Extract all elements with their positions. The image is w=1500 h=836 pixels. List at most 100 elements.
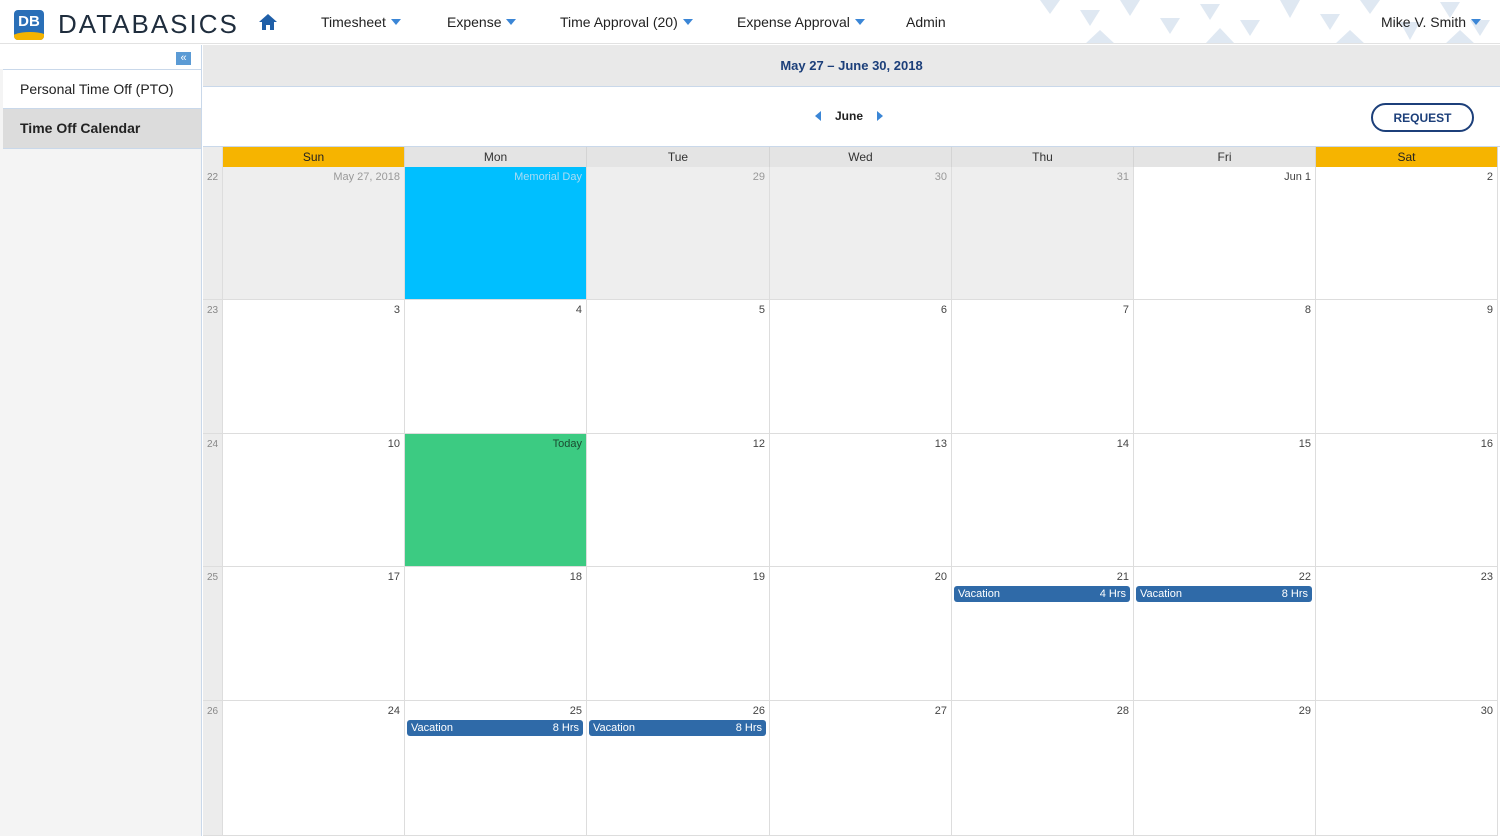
day-number: 24 (387, 705, 400, 717)
day-header-thu: Thu (952, 147, 1134, 167)
sidebar-top (0, 45, 201, 69)
request-button[interactable]: REQUEST (1371, 103, 1474, 132)
calendar-day-cell[interactable]: 30 (1316, 701, 1498, 836)
calendar-day-cell[interactable]: 24 (223, 701, 405, 836)
home-icon[interactable] (258, 12, 278, 32)
databasics-logo[interactable]: DB DATABASICS (14, 9, 239, 40)
day-number: 19 (752, 571, 765, 583)
chevron-down-icon (854, 19, 865, 25)
calendar-day-cell[interactable]: 12 (587, 434, 770, 567)
calendar-day-cell[interactable]: 4 (405, 300, 587, 434)
week-number: 25 (203, 567, 223, 701)
calendar-day-cell[interactable]: 14 (952, 434, 1134, 567)
calendar-day-cell[interactable]: Today (405, 434, 587, 567)
day-of-week-header: Sun Mon Tue Wed Thu Fri Sat (203, 147, 1500, 167)
day-number: 30 (1480, 705, 1493, 717)
calendar-day-cell[interactable]: 18 (405, 567, 587, 701)
calendar-day-cell[interactable]: 13 (770, 434, 952, 567)
calendar-day-cell[interactable]: 28 (952, 701, 1134, 836)
time-off-event[interactable]: Vacation 8 Hrs (589, 720, 766, 736)
day-number: 13 (934, 438, 947, 450)
day-header-fri: Fri (1134, 147, 1316, 167)
sidebar-item-pto[interactable]: Personal Time Off (PTO) (3, 69, 201, 109)
chevron-down-icon (682, 19, 693, 25)
event-name: Vacation (1140, 588, 1182, 600)
day-number: 4 (575, 304, 582, 316)
day-header-sat: Sat (1316, 147, 1498, 167)
day-number: 26 (752, 705, 765, 717)
calendar-day-cell[interactable]: 23 (1316, 567, 1498, 701)
calendar-day-cell[interactable]: 19 (587, 567, 770, 701)
day-number: Jun 1 (1284, 171, 1311, 183)
month-bar: June REQUEST (203, 88, 1500, 146)
left-sidebar: « Personal Time Off (PTO) Time Off Calen… (0, 45, 202, 836)
current-month: June (835, 109, 864, 123)
nav-expense-approval-label: Expense Approval (737, 14, 850, 30)
calendar-day-cell[interactable]: 5 (587, 300, 770, 434)
calendar-day-cell[interactable]: Memorial Day (405, 167, 587, 300)
day-header-mon: Mon (405, 147, 587, 167)
day-number: 16 (1480, 438, 1493, 450)
day-number: 17 (387, 571, 400, 583)
calendar-day-cell[interactable]: Jun 1 (1134, 167, 1316, 300)
calendar-day-cell[interactable]: 25 Vacation 8 Hrs (405, 701, 587, 836)
calendar-day-cell[interactable]: 6 (770, 300, 952, 434)
calendar-day-cell[interactable]: 8 (1134, 300, 1316, 434)
day-header-sun: Sun (223, 147, 405, 167)
day-number: 20 (934, 571, 947, 583)
previous-month-icon[interactable] (815, 111, 821, 121)
calendar-day-cell[interactable]: 31 (952, 167, 1134, 300)
time-off-event[interactable]: Vacation 4 Hrs (954, 586, 1130, 602)
calendar-day-cell[interactable]: 29 (1134, 701, 1316, 836)
user-name: Mike V. Smith (1381, 14, 1467, 30)
time-off-event[interactable]: Vacation 8 Hrs (407, 720, 583, 736)
calendar-day-cell[interactable]: May 27, 2018 (223, 167, 405, 300)
user-menu[interactable]: Mike V. Smith (1381, 0, 1482, 43)
nav-timesheet[interactable]: Timesheet (321, 0, 401, 43)
day-number: 18 (569, 571, 582, 583)
nav-expense[interactable]: Expense (447, 0, 517, 43)
calendar-day-cell[interactable]: 15 (1134, 434, 1316, 567)
calendar-day-cell[interactable]: 7 (952, 300, 1134, 434)
calendar-day-cell[interactable]: 29 (587, 167, 770, 300)
nav-admin[interactable]: Admin (906, 0, 946, 43)
logo-swoosh (14, 31, 44, 40)
day-number: Memorial Day (514, 171, 582, 183)
week-number: 24 (203, 434, 223, 567)
chevron-down-icon (1471, 19, 1482, 25)
chevron-down-icon (390, 19, 401, 25)
collapse-sidebar-button[interactable]: « (176, 52, 191, 65)
nav-expense-approval[interactable]: Expense Approval (737, 0, 865, 43)
day-number: 8 (1304, 304, 1311, 316)
month-navigator: June (815, 109, 884, 123)
nav-time-approval[interactable]: Time Approval (20) (560, 0, 693, 43)
calendar-day-cell[interactable]: 9 (1316, 300, 1498, 434)
calendar-day-cell[interactable]: 20 (770, 567, 952, 701)
calendar-day-cell[interactable]: 17 (223, 567, 405, 701)
calendar-day-cell[interactable]: 2 (1316, 167, 1498, 300)
day-number: 9 (1486, 304, 1493, 316)
calendar-day-cell[interactable]: 10 (223, 434, 405, 567)
day-number: 2 (1486, 171, 1493, 183)
calendar-day-cell[interactable]: 21 Vacation 4 Hrs (952, 567, 1134, 701)
day-number: 5 (758, 304, 765, 316)
day-number: 12 (752, 438, 765, 450)
event-name: Vacation (958, 588, 1000, 600)
calendar-day-cell[interactable]: 22 Vacation 8 Hrs (1134, 567, 1316, 701)
calendar-day-cell[interactable]: 30 (770, 167, 952, 300)
next-month-icon[interactable] (877, 111, 884, 121)
time-off-calendar: Sun Mon Tue Wed Thu Fri Sat 22 May 27, 2018 Memo… (203, 146, 1500, 836)
calendar-day-cell[interactable]: 26 Vacation 8 Hrs (587, 701, 770, 836)
event-hours: 8 Hrs (1281, 588, 1308, 600)
time-off-event[interactable]: Vacation 8 Hrs (1136, 586, 1312, 602)
day-number: 6 (940, 304, 947, 316)
calendar-day-cell[interactable]: 27 (770, 701, 952, 836)
sidebar-item-time-off-calendar[interactable]: Time Off Calendar (3, 109, 201, 149)
day-number: 25 (569, 705, 582, 717)
calendar-day-cell[interactable]: 3 (223, 300, 405, 434)
week-number: 22 (203, 167, 223, 300)
day-number: 14 (1116, 438, 1129, 450)
calendar-day-cell[interactable]: 16 (1316, 434, 1498, 567)
week-number-header (203, 147, 223, 167)
event-hours: 8 Hrs (735, 722, 762, 734)
